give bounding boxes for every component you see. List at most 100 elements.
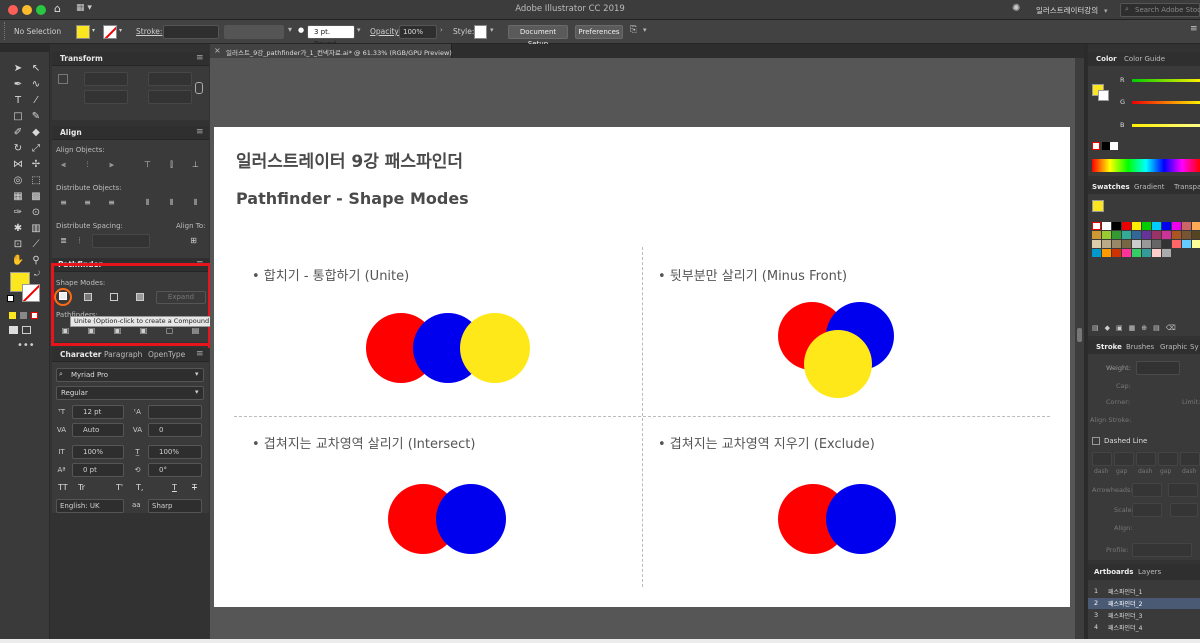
distribute-right-icon[interactable]: ⦀ — [190, 198, 201, 208]
artboard-row-selected[interactable]: 2 패스파인더_2 — [1088, 598, 1200, 609]
swatch[interactable] — [1092, 222, 1101, 230]
chevron-down-icon[interactable]: ▾ — [643, 26, 647, 34]
swatch[interactable] — [1122, 240, 1131, 248]
variable-width-profile[interactable] — [224, 25, 284, 39]
horizontal-scale-field[interactable]: 100% — [148, 445, 202, 459]
x-field[interactable] — [84, 72, 128, 86]
direct-selection-tool-icon[interactable]: ↖ — [29, 62, 43, 76]
swatch[interactable] — [1142, 231, 1151, 239]
distribute-left-icon[interactable]: ⦀ — [142, 198, 153, 208]
dash-field[interactable] — [1136, 452, 1156, 466]
constrain-proportions-icon[interactable] — [195, 82, 203, 94]
artboard-row[interactable]: 1 패스파인더_1 — [1088, 586, 1200, 597]
opacity-field[interactable]: 100% — [399, 25, 437, 39]
swatch[interactable] — [1102, 249, 1111, 257]
lightbulb-icon[interactable]: ✺ — [1012, 3, 1020, 14]
swatch[interactable] — [1132, 231, 1141, 239]
edit-toolbar-icon[interactable]: ••• — [17, 340, 35, 351]
swatch[interactable] — [1182, 231, 1191, 239]
font-family-field[interactable]: ⌕ Myriad Pro ▾ — [56, 368, 204, 382]
symbols-tab[interactable]: Sy — [1190, 343, 1199, 351]
chevron-right-icon[interactable]: › — [440, 26, 443, 34]
character-rotation-field[interactable]: 0° — [148, 463, 202, 477]
screen-mode-icon[interactable] — [22, 326, 31, 334]
gradient-tab[interactable]: Gradient — [1134, 183, 1164, 191]
panel-menu-icon[interactable]: ≡ — [196, 53, 204, 63]
swatch[interactable] — [1192, 231, 1200, 239]
rotate-tool-icon[interactable]: ↻ — [11, 142, 25, 156]
transparency-tab[interactable]: Transpa — [1174, 183, 1200, 191]
dash-field[interactable] — [1180, 452, 1200, 466]
panel-menu-icon[interactable]: ≡ — [196, 349, 204, 359]
close-window-button[interactable] — [8, 5, 18, 15]
stroke-label[interactable]: Stroke: — [136, 27, 162, 36]
align-top-icon[interactable]: ⊤ — [142, 160, 153, 170]
type-tool-icon[interactable]: T — [11, 94, 25, 108]
swatch[interactable] — [1112, 222, 1121, 230]
swatch[interactable] — [1102, 231, 1111, 239]
paragraph-tab[interactable]: Paragraph — [104, 350, 142, 359]
preferences-button[interactable]: Preferences — [575, 25, 623, 39]
color-guide-tab[interactable]: Color Guide — [1124, 55, 1165, 63]
swatch[interactable] — [1132, 249, 1141, 257]
symbol-sprayer-tool-icon[interactable]: ✱ — [11, 222, 25, 236]
align-bottom-icon[interactable]: ⊥ — [190, 160, 201, 170]
swatch-fill-indicator[interactable] — [1092, 200, 1104, 212]
line-tool-icon[interactable]: ⁄ — [29, 94, 43, 108]
baseline-shift-field[interactable]: 0 pt — [72, 463, 124, 477]
slice-tool-icon[interactable]: ⟋ — [29, 238, 43, 252]
swatch[interactable] — [1102, 240, 1111, 248]
align-tab[interactable]: Align — [60, 128, 82, 137]
vertical-scale-field[interactable]: 100% — [72, 445, 124, 459]
opacity-label[interactable]: Opacity: — [370, 27, 401, 36]
workspace-switcher[interactable]: 일러스트레이터강의 — [1036, 5, 1098, 16]
spacing-field[interactable] — [92, 234, 150, 248]
brush-definition-field[interactable]: 3 pt. Round — [307, 25, 355, 48]
panel-menu-icon[interactable]: ≡ — [1190, 24, 1198, 34]
eraser-tool-icon[interactable]: ◆ — [29, 126, 43, 140]
blue-circle[interactable] — [436, 484, 506, 554]
distribute-h-center-icon[interactable]: ⦀ — [166, 198, 177, 208]
maximize-window-button[interactable] — [36, 5, 46, 15]
color-spectrum[interactable] — [1092, 159, 1200, 172]
tracking-field[interactable]: 0 — [148, 423, 202, 437]
opentype-tab[interactable]: OpenType — [148, 350, 185, 359]
color-stroke-swatch[interactable] — [1098, 90, 1109, 101]
swatch[interactable] — [1122, 222, 1131, 230]
swatch[interactable] — [1122, 249, 1131, 257]
shaper-tool-icon[interactable]: ✐ — [11, 126, 25, 140]
superscript-button[interactable]: T' — [116, 483, 123, 492]
vertical-scrollbar[interactable] — [1075, 58, 1084, 643]
swatch[interactable] — [1132, 240, 1141, 248]
y-field[interactable] — [84, 90, 128, 104]
swatch[interactable] — [1092, 240, 1101, 248]
kerning-field[interactable]: Auto — [72, 423, 124, 437]
search-stock-input[interactable]: ⌕ Search Adobe Stock — [1120, 3, 1200, 17]
align-to-selection-icon[interactable]: ⊞ — [188, 236, 199, 246]
none-mode-icon[interactable] — [31, 312, 38, 319]
minimize-window-button[interactable] — [22, 5, 32, 15]
swatch[interactable] — [1192, 222, 1200, 230]
arrange-icon[interactable]: ⎘ — [630, 25, 637, 35]
swatch[interactable] — [1152, 240, 1161, 248]
swatch[interactable] — [1162, 240, 1171, 248]
swatch[interactable] — [1152, 249, 1161, 257]
antialias-select[interactable]: Sharp — [148, 499, 202, 513]
swatch[interactable] — [1142, 222, 1151, 230]
arrange-documents-icon[interactable]: ▦ ▾ — [76, 3, 116, 17]
chevron-down-icon[interactable]: ▾ — [288, 25, 296, 39]
layers-tab[interactable]: Layers — [1138, 568, 1161, 576]
distribute-bottom-icon[interactable]: ≡ — [106, 198, 117, 208]
align-right-icon[interactable]: ⫸ — [106, 160, 117, 170]
swatch[interactable] — [1162, 249, 1171, 257]
default-colors-icon[interactable] — [7, 295, 14, 302]
align-h-center-icon[interactable]: ⫶ — [82, 160, 93, 170]
leading-field[interactable] — [148, 405, 202, 419]
strikethrough-button[interactable]: T — [192, 483, 197, 492]
artboards-tab[interactable]: Artboards — [1094, 568, 1133, 576]
none-color-icon[interactable] — [1092, 142, 1100, 150]
puppet-warp-tool-icon[interactable]: ✢ — [29, 158, 43, 172]
subscript-button[interactable]: T, — [136, 483, 143, 492]
swatch[interactable] — [1112, 231, 1121, 239]
yellow-circle[interactable] — [804, 330, 872, 398]
